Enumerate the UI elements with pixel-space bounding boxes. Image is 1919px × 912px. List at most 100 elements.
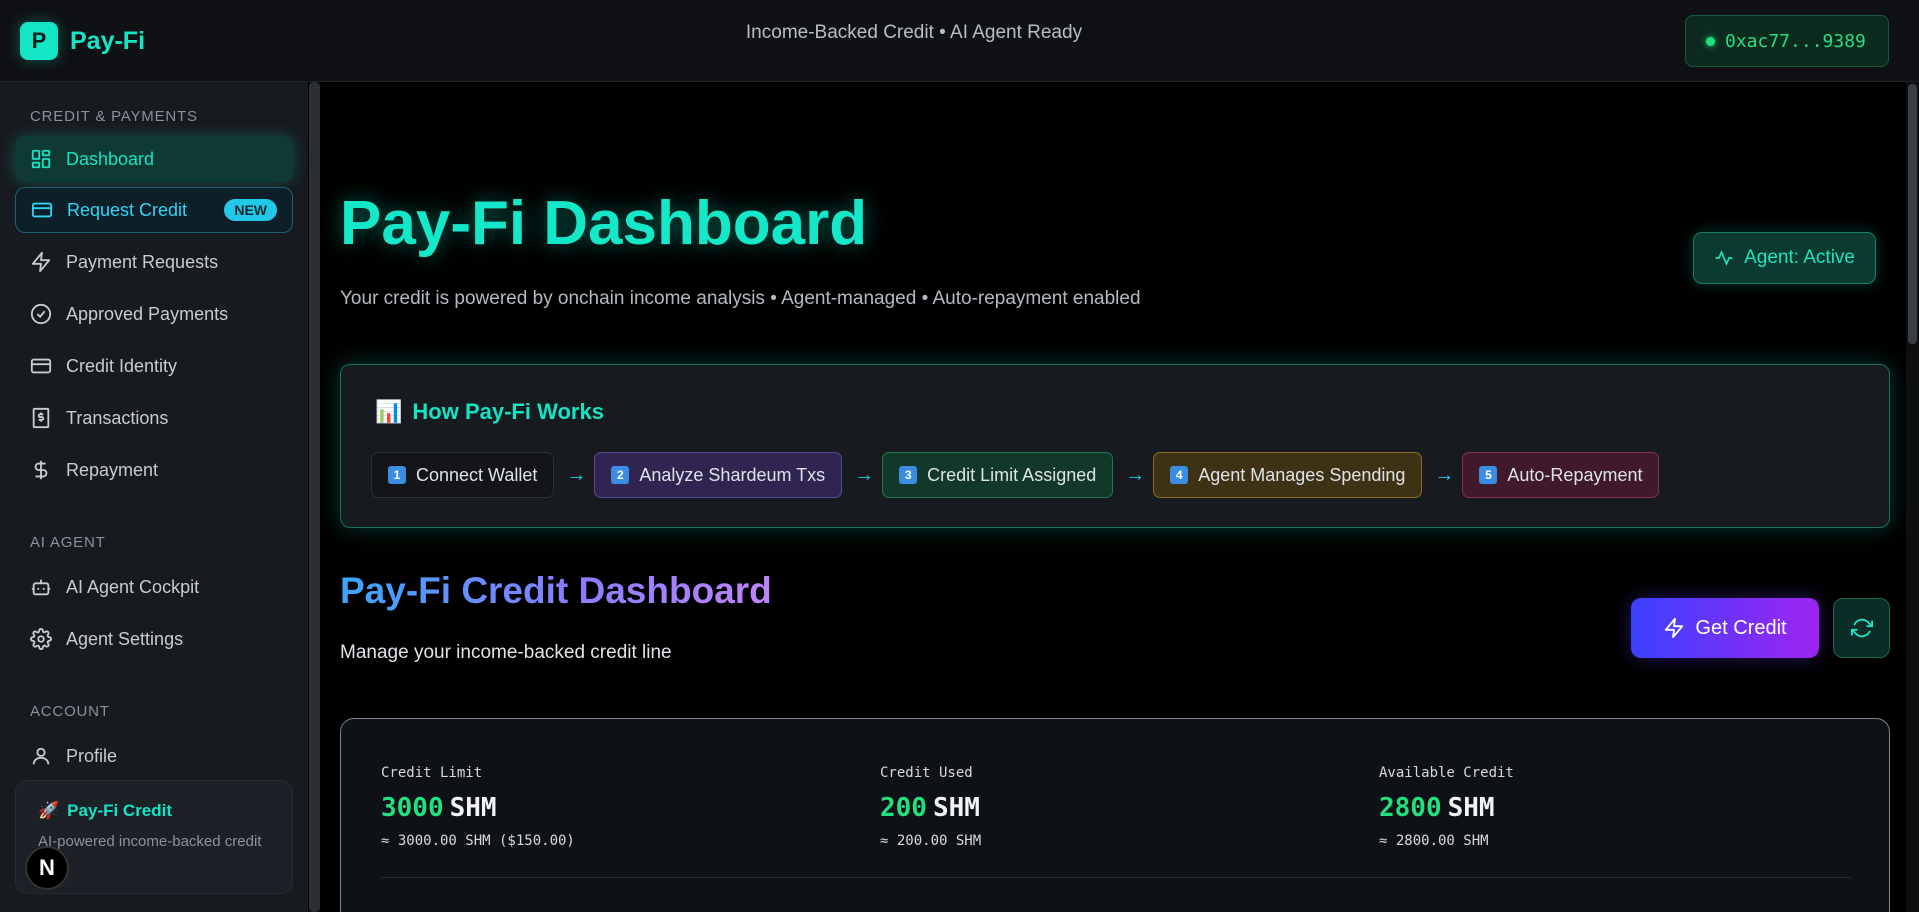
agent-status-badge[interactable]: Agent: Active bbox=[1693, 232, 1876, 284]
sidebar-item-label: AI Agent Cockpit bbox=[66, 576, 200, 597]
step-label: Analyze Shardeum Txs bbox=[639, 464, 826, 485]
sidebar-scroll-thumb[interactable] bbox=[309, 82, 320, 912]
check-circle-icon bbox=[30, 303, 52, 325]
promo-title: Pay-Fi Credit bbox=[67, 801, 173, 820]
receipt-icon bbox=[30, 407, 52, 429]
stat-available-credit: Available Credit 2800 SHM ≈ 2800.00 SHM bbox=[1379, 765, 1514, 849]
stat-value: 200 bbox=[880, 793, 927, 823]
step-number: 2 bbox=[611, 466, 630, 484]
stat-value: 2800 bbox=[1379, 793, 1442, 823]
robot-icon bbox=[30, 576, 52, 598]
main-content: Pay-Fi Dashboard Your credit is powered … bbox=[320, 82, 1906, 912]
sidebar-item-label: Request Credit bbox=[67, 199, 188, 220]
sidebar-item-profile[interactable]: Profile bbox=[15, 733, 293, 779]
agent-status-label: Agent: Active bbox=[1744, 247, 1855, 268]
refresh-icon bbox=[1850, 617, 1873, 639]
main-scroll-thumb[interactable] bbox=[1908, 84, 1917, 344]
sidebar-item-label: Profile bbox=[66, 745, 118, 766]
connected-dot-icon bbox=[1706, 36, 1715, 46]
top-tagline: Income-Backed Credit • AI Agent Ready bbox=[745, 22, 1083, 43]
step-label: Credit Limit Assigned bbox=[927, 464, 1097, 485]
main-scrollbar[interactable] bbox=[1906, 82, 1919, 912]
card-icon bbox=[31, 199, 53, 221]
arrow-right-icon: → bbox=[854, 463, 875, 486]
sidebar-item-label: Agent Settings bbox=[66, 628, 184, 649]
sidebar-item-credit-identity[interactable]: Credit Identity bbox=[15, 343, 293, 389]
wallet-address-button[interactable]: 0xac77...9389 bbox=[1685, 15, 1889, 67]
arrow-right-icon: → bbox=[1125, 463, 1146, 486]
wallet-address: 0xac77...9389 bbox=[1725, 30, 1866, 52]
step-auto-repayment: 5 Auto-Repayment bbox=[1462, 452, 1660, 498]
new-badge: NEW bbox=[224, 199, 277, 221]
step-credit-limit: 3 Credit Limit Assigned bbox=[882, 452, 1114, 498]
sidebar-item-repayment[interactable]: Repayment bbox=[15, 447, 293, 493]
rocket-icon: 🚀 bbox=[38, 801, 60, 820]
stat-unit: SHM bbox=[449, 793, 497, 823]
arrow-right-icon: → bbox=[1434, 463, 1455, 486]
top-bar: P Pay-Fi Income-Backed Credit • AI Agent… bbox=[0, 0, 1919, 82]
section-label-ai-agent: AI AGENT bbox=[30, 534, 106, 551]
sidebar-item-payment-requests[interactable]: Payment Requests bbox=[15, 239, 293, 285]
sidebar-item-label: Credit Identity bbox=[66, 355, 178, 376]
step-number: 1 bbox=[388, 466, 406, 484]
bolt-icon bbox=[30, 251, 52, 273]
sidebar-item-transactions[interactable]: Transactions bbox=[15, 395, 293, 441]
sidebar-item-dashboard[interactable]: Dashboard bbox=[15, 136, 293, 182]
id-card-icon bbox=[30, 355, 52, 377]
next-dev-badge[interactable]: N bbox=[25, 846, 69, 890]
sidebar-item-label: Repayment bbox=[66, 459, 159, 480]
stats-divider bbox=[381, 877, 1851, 878]
stat-label: Credit Used bbox=[880, 765, 973, 781]
step-agent-manages: 4 Agent Manages Spending bbox=[1153, 452, 1423, 498]
steps-row: 1 Connect Wallet → 2 Analyze Shardeum Tx… bbox=[371, 452, 1660, 498]
step-connect-wallet: 1 Connect Wallet bbox=[371, 452, 555, 498]
how-it-works-card: 📊 How Pay-Fi Works 1 Connect Wallet → 2 … bbox=[340, 364, 1890, 528]
stat-approx: ≈ 3000.00 SHM ($150.00) bbox=[381, 833, 575, 849]
stat-approx: ≈ 200.00 SHM bbox=[880, 833, 982, 849]
sidebar-item-label: Payment Requests bbox=[66, 251, 219, 272]
promo-description: AI-powered income-backed credit bbox=[38, 833, 262, 850]
page-title: Pay-Fi Dashboard bbox=[340, 189, 868, 258]
step-label: Agent Manages Spending bbox=[1198, 464, 1406, 485]
section-label-credit-payments: CREDIT & PAYMENTS bbox=[30, 108, 198, 125]
refresh-button[interactable] bbox=[1833, 598, 1890, 658]
sidebar-item-request-credit[interactable]: Request Credit NEW bbox=[15, 187, 293, 233]
step-label: Connect Wallet bbox=[416, 464, 538, 485]
step-label: Auto-Repayment bbox=[1507, 464, 1643, 485]
stat-value: 3000 bbox=[381, 793, 444, 823]
how-it-works-title: How Pay-Fi Works bbox=[412, 399, 604, 424]
activity-icon bbox=[1714, 248, 1734, 268]
sidebar-scrollbar[interactable] bbox=[309, 82, 320, 912]
stat-credit-used: Credit Used 200 SHM ≈ 200.00 SHM bbox=[880, 765, 981, 849]
get-credit-label: Get Credit bbox=[1695, 616, 1787, 639]
grid-icon bbox=[30, 148, 52, 170]
chart-icon: 📊 bbox=[375, 399, 403, 424]
get-credit-button[interactable]: Get Credit bbox=[1631, 598, 1819, 658]
page-subtitle: Your credit is powered by onchain income… bbox=[340, 288, 1141, 309]
section-label-account: ACCOUNT bbox=[30, 703, 110, 720]
sidebar-item-approved-payments[interactable]: Approved Payments bbox=[15, 291, 293, 337]
sidebar-item-ai-agent-cockpit[interactable]: AI Agent Cockpit bbox=[15, 564, 293, 610]
credit-stats-card: Credit Limit 3000 SHM ≈ 3000.00 SHM ($15… bbox=[340, 718, 1890, 912]
stat-credit-limit: Credit Limit 3000 SHM ≈ 3000.00 SHM ($15… bbox=[381, 765, 575, 849]
step-number: 3 bbox=[899, 466, 918, 484]
stat-unit: SHM bbox=[932, 793, 980, 823]
dollar-icon bbox=[30, 459, 52, 481]
gear-icon bbox=[30, 628, 52, 650]
step-analyze-txs: 2 Analyze Shardeum Txs bbox=[594, 452, 843, 498]
stat-label: Available Credit bbox=[1379, 765, 1514, 781]
bolt-icon bbox=[1663, 617, 1685, 639]
user-icon bbox=[30, 745, 52, 767]
arrow-right-icon: → bbox=[566, 463, 587, 486]
stat-label: Credit Limit bbox=[381, 765, 483, 781]
step-number: 5 bbox=[1479, 466, 1498, 484]
step-number: 4 bbox=[1170, 466, 1189, 484]
sidebar-item-label: Dashboard bbox=[66, 148, 155, 169]
sidebar-item-agent-settings[interactable]: Agent Settings bbox=[15, 616, 293, 662]
sidebar-item-label: Transactions bbox=[66, 407, 169, 428]
stat-approx: ≈ 2800.00 SHM bbox=[1379, 833, 1489, 849]
credit-dashboard-subtitle: Manage your income-backed credit line bbox=[340, 642, 672, 663]
sidebar-item-label: Approved Payments bbox=[66, 303, 229, 324]
stat-unit: SHM bbox=[1447, 793, 1495, 823]
credit-dashboard-title: Pay-Fi Credit Dashboard bbox=[340, 570, 772, 611]
